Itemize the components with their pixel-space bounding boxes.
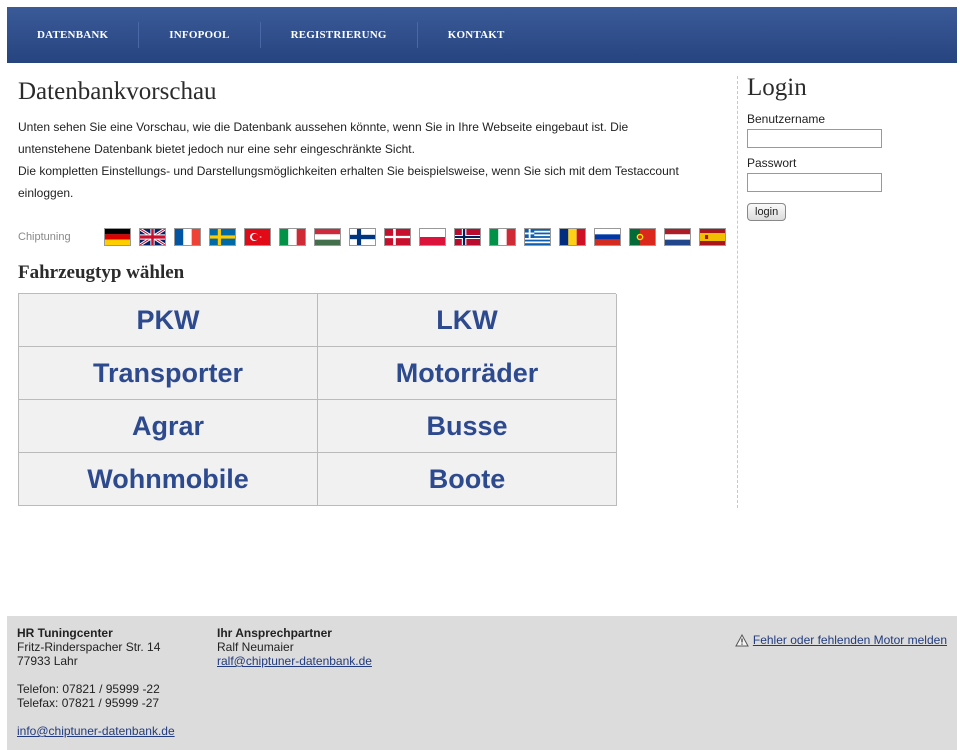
vehicle-type-pkw[interactable]: PKW bbox=[19, 294, 318, 347]
swedish-flag-icon[interactable] bbox=[209, 228, 236, 246]
turkish-flag-icon[interactable] bbox=[244, 228, 271, 246]
norwegian-flag-icon[interactable] bbox=[454, 228, 481, 246]
spanish-flag-icon[interactable] bbox=[699, 228, 726, 246]
company-fax: Telefax: 07821 / 95999 -27 bbox=[17, 696, 160, 710]
intro-text: Unten sehen Sie eine Vorschau, wie die D… bbox=[18, 116, 728, 204]
nav-datenbank[interactable]: DATENBANK bbox=[7, 22, 140, 48]
contact-name: Ralf Neumaier bbox=[217, 640, 294, 654]
footer: HR Tuningcenter Fritz-Rinderspacher Str.… bbox=[7, 616, 957, 750]
flag-list bbox=[104, 228, 734, 246]
page-title: Datenbankvorschau bbox=[18, 78, 217, 105]
nav-kontakt[interactable]: KONTAKT bbox=[418, 22, 535, 48]
italian-flag-icon[interactable] bbox=[489, 228, 516, 246]
company-street: Fritz-Rinderspacher Str. 14 bbox=[17, 640, 161, 654]
company-phone: Telefon: 07821 / 95999 -22 bbox=[17, 682, 160, 696]
vehicle-type-boote[interactable]: Boote bbox=[318, 453, 617, 506]
italian-flag-icon[interactable] bbox=[279, 228, 306, 246]
password-label: Passwort bbox=[747, 156, 797, 170]
company-email-link[interactable]: info@chiptuner-datenbank.de bbox=[17, 724, 175, 738]
russian-flag-icon[interactable] bbox=[594, 228, 621, 246]
language-flag-row: Chiptuning bbox=[18, 228, 734, 246]
username-input[interactable] bbox=[747, 129, 882, 148]
login-title: Login bbox=[747, 74, 807, 101]
danish-flag-icon[interactable] bbox=[384, 228, 411, 246]
company-city: 77933 Lahr bbox=[17, 654, 78, 668]
username-label: Benutzername bbox=[747, 112, 826, 126]
intro-line: Die kompletten Einstellungs- und Darstel… bbox=[18, 164, 679, 178]
nav-infopool[interactable]: INFOPOOL bbox=[139, 22, 261, 48]
intro-line: Unten sehen Sie eine Vorschau, wie die D… bbox=[18, 120, 629, 134]
contact-email-link[interactable]: ralf@chiptuner-datenbank.de bbox=[217, 654, 372, 668]
login-panel: Login Benutzername Passwort login bbox=[747, 74, 947, 221]
vehicle-type-agrar[interactable]: Agrar bbox=[19, 400, 318, 453]
footer-contact-info: Ihr Ansprechpartner Ralf Neumaier ralf@c… bbox=[217, 626, 372, 668]
intro-line: untenstehene Datenbank bietet jedoch nur… bbox=[18, 142, 415, 156]
nav-registrierung[interactable]: REGISTRIERUNG bbox=[261, 22, 418, 48]
hungarian-flag-icon[interactable] bbox=[314, 228, 341, 246]
vehicle-type-wohnmobile[interactable]: Wohnmobile bbox=[19, 453, 318, 506]
footer-company-info: HR Tuningcenter Fritz-Rinderspacher Str.… bbox=[17, 626, 175, 738]
vehicle-type-motorraeder[interactable]: Motorräder bbox=[318, 347, 617, 400]
report-error: Fehler oder fehlenden Motor melden bbox=[735, 633, 947, 647]
romanian-flag-icon[interactable] bbox=[559, 228, 586, 246]
contact-heading: Ihr Ansprechpartner bbox=[217, 626, 332, 640]
flag-row-label: Chiptuning bbox=[18, 231, 71, 243]
password-input[interactable] bbox=[747, 173, 882, 192]
intro-line: einloggen. bbox=[18, 186, 74, 200]
vehicle-type-transporter[interactable]: Transporter bbox=[19, 347, 318, 400]
french-flag-icon[interactable] bbox=[174, 228, 201, 246]
greek-flag-icon[interactable] bbox=[524, 228, 551, 246]
uk-flag-icon[interactable] bbox=[139, 228, 166, 246]
vehicle-type-lkw[interactable]: LKW bbox=[318, 294, 617, 347]
finnish-flag-icon[interactable] bbox=[349, 228, 376, 246]
main-content: Datenbankvorschau Unten sehen Sie eine V… bbox=[18, 78, 728, 506]
vehicle-type-busse[interactable]: Busse bbox=[318, 400, 617, 453]
main-navigation: DATENBANK INFOPOOL REGISTRIERUNG KONTAKT bbox=[7, 7, 957, 63]
vehicle-type-heading: Fahrzeugtyp wählen bbox=[18, 262, 185, 283]
vehicle-type-grid: PKW LKW Transporter Motorräder Agrar Bus… bbox=[18, 293, 617, 506]
company-name: HR Tuningcenter bbox=[17, 626, 113, 640]
report-error-link[interactable]: Fehler oder fehlenden Motor melden bbox=[753, 633, 947, 647]
portuguese-flag-icon[interactable] bbox=[629, 228, 656, 246]
german-flag-icon[interactable] bbox=[104, 228, 131, 246]
warning-icon bbox=[735, 633, 749, 646]
polish-flag-icon[interactable] bbox=[419, 228, 446, 246]
login-button[interactable]: login bbox=[747, 203, 787, 221]
dutch-flag-icon[interactable] bbox=[664, 228, 691, 246]
sidebar-divider bbox=[737, 76, 738, 508]
